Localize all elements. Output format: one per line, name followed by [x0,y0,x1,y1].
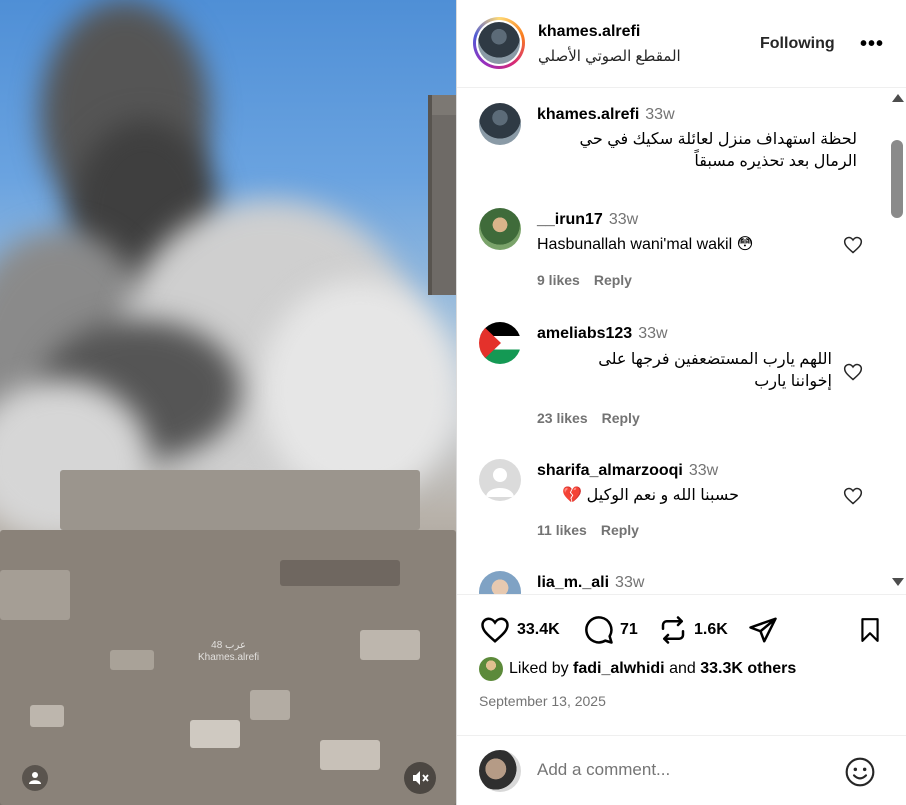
avatar[interactable] [479,657,503,681]
like-count: 33.4K [517,621,560,638]
author-avatar[interactable] [473,17,525,69]
share-button[interactable] [747,615,779,645]
comment-time: 33w [615,574,645,591]
person-icon [29,772,41,784]
comments-list: khames.alrefi 33w لحظة استهداف منزل لعائل… [457,88,906,594]
bookmark-icon [861,618,879,642]
liked-by-user-link[interactable]: fadi_alwhidi [573,660,665,678]
video-watermark: عرب 48 Khames.alrefi [198,640,260,663]
post-date[interactable]: September 13, 2025 [479,693,606,709]
flag-icon [479,322,501,364]
comment-author[interactable]: lia_m._ali 33w [537,574,644,592]
post-sidebar: khames.alrefi المقطع الصوتي الأصلي Follo… [457,0,906,805]
reply-button[interactable]: Reply [601,522,639,538]
damaged-building [428,95,456,295]
heart-icon[interactable] [843,362,863,382]
scroll-thumb[interactable] [891,140,903,218]
mute-button[interactable] [404,762,436,794]
comment-author[interactable]: khames.alrefi 33w [537,106,675,124]
comment-time: 33w [638,325,668,342]
comment-text: اللهم يارب المستضعفين فرجها على إخواننا … [598,351,832,390]
original-audio-link[interactable]: المقطع الصوتي الأصلي [538,47,681,65]
speaker-muted-icon [413,771,429,785]
comment-text: حسبنا الله و نعم الوكيل 💔 [562,487,739,504]
like-button[interactable]: 33.4K [479,615,560,645]
tagged-users-button[interactable] [22,765,48,791]
liked-by: Liked by fadi_alwhidi and 33.3K others [479,657,796,681]
comment-time: 33w [608,211,639,228]
avatar[interactable] [479,103,521,145]
heart-icon [481,617,509,643]
save-button[interactable] [857,615,883,645]
avatar[interactable] [479,571,521,594]
comment-meta: 9 likes Reply [537,272,632,288]
comment-likes[interactable]: 11 likes [537,522,587,538]
comment-input[interactable] [537,760,817,780]
scroll-down-arrow-icon[interactable] [892,578,904,586]
comment-count: 71 [620,621,638,638]
emoji-icon[interactable] [844,756,876,788]
comment-likes[interactable]: 9 likes [537,272,580,288]
post-header: khames.alrefi المقطع الصوتي الأصلي Follo… [457,0,906,88]
comment-composer [457,735,906,805]
comment-time: 33w [688,462,719,479]
comment-icon [585,616,613,644]
avatar[interactable] [479,322,521,364]
default-avatar-icon [486,468,514,497]
more-options-icon[interactable]: ••• [860,33,884,56]
comment-author[interactable]: ameliabs123 33w [537,325,668,343]
scroll-up-arrow-icon[interactable] [892,94,904,102]
comment-button[interactable]: 71 [584,615,638,645]
comment-author[interactable]: __irun17 33w [537,211,638,229]
avatar[interactable] [479,208,521,250]
avatar [479,750,521,792]
comment-author[interactable]: sharifa_almarzooqi 33w [537,462,718,480]
comment-time: 33w [645,106,675,123]
repost-count: 1.6K [694,621,728,638]
repost-icon [661,616,685,644]
post-video[interactable]: عرب 48 Khames.alrefi [0,0,456,805]
reply-button[interactable]: Reply [602,410,640,426]
heart-icon[interactable] [843,486,863,506]
post-actions: 33.4K 71 1.6K Liked by fadi_alwhidi and … [457,594,906,805]
comment-meta: 23 likes Reply [537,410,640,426]
repost-button[interactable]: 1.6K [658,615,728,645]
following-button[interactable]: Following [760,35,835,53]
send-icon [749,617,777,643]
comment-likes[interactable]: 23 likes [537,410,588,426]
comments-scrollbar[interactable] [889,88,905,594]
post-caption: لحظة استهداف منزل لعائلة سكيك في حي الرم… [579,131,857,170]
author-username[interactable]: khames.alrefi [538,23,640,41]
liked-by-others-link[interactable]: 33.3K others [700,660,796,678]
heart-icon[interactable] [843,235,863,255]
comment-text: Hasbunallah wani'mal wakil 😳 [537,236,754,253]
reply-button[interactable]: Reply [594,272,632,288]
avatar[interactable] [479,459,521,501]
comment-meta: 11 likes Reply [537,522,639,538]
